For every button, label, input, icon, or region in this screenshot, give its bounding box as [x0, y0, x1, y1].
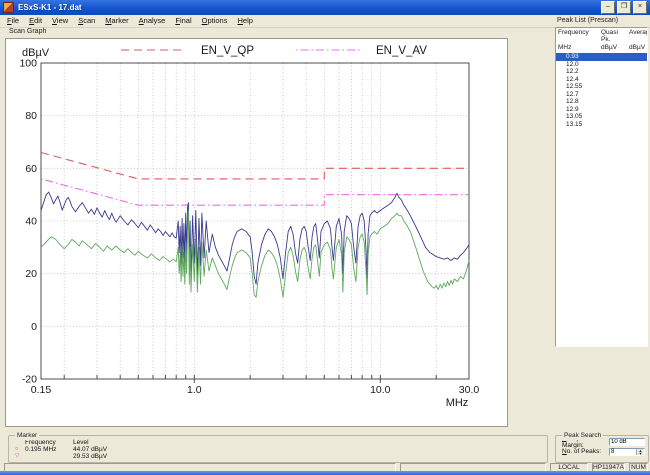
svg-text:80: 80: [25, 110, 37, 122]
peak-list-row[interactable]: 12.2: [556, 68, 647, 76]
menu-options[interactable]: Options: [197, 15, 233, 27]
menu-marker[interactable]: Marker: [100, 15, 133, 27]
window-title: ESxS-K1 - 17.dat: [18, 0, 601, 15]
scan-graph-window-title: Scan Graph: [9, 28, 46, 35]
svg-text:60: 60: [25, 163, 37, 175]
menu-bar: File Edit View Scan Marker Analyse Final…: [0, 15, 650, 28]
svg-text:EN_V_QP: EN_V_QP: [201, 45, 254, 57]
marker-frequency-header: Frequency: [25, 439, 73, 446]
peak-list-row[interactable]: 12.7: [556, 91, 647, 99]
marker-qp-level: 44.07 dBµV: [73, 446, 547, 453]
menu-view[interactable]: View: [47, 15, 73, 27]
svg-text:1.0: 1.0: [187, 384, 202, 396]
spinner-arrows-icon[interactable]: ▲▼: [636, 449, 644, 455]
svg-text:0: 0: [31, 321, 37, 333]
svg-text:EN_V_AV: EN_V_AV: [376, 45, 427, 57]
close-button[interactable]: ×: [633, 1, 647, 14]
marker-level-header: Level: [73, 439, 547, 446]
svg-text:0.15: 0.15: [31, 384, 52, 396]
scan-graph-panel: 100806040200-200.151.010.030.0MHzdBµVEN_…: [5, 38, 508, 427]
svg-text:20: 20: [25, 268, 37, 280]
peak-list-units: MHz dBµV dBµV: [556, 43, 647, 51]
column-quasi-pk: Quasi Pk.: [601, 29, 629, 43]
peak-list-title: Peak List (Prescan): [557, 17, 618, 24]
no-of-peaks-label: No. of Peaks:: [562, 448, 609, 455]
svg-text:dBµV: dBµV: [22, 47, 50, 59]
app-icon: [3, 2, 14, 13]
no-of-peaks-stepper[interactable]: 8 ▲▼: [609, 448, 645, 456]
peak-list-row[interactable]: 12.0: [556, 61, 647, 69]
peak-list-row[interactable]: 12.4: [556, 76, 647, 84]
peak-list-row[interactable]: 13.05: [556, 113, 647, 121]
peak-list-row[interactable]: 12.55: [556, 83, 647, 91]
minimize-button[interactable]: –: [601, 1, 615, 14]
menu-help[interactable]: Help: [232, 15, 257, 27]
marker-panel: Marker Frequency Level ○ 0.195 MHz 44.07…: [8, 435, 548, 463]
peak-list[interactable]: Frequency Quasi Pk. Average MHz dBµV dBµ…: [555, 27, 648, 347]
app-window: ESxS-K1 - 17.dat – ❐ × File Edit View Sc…: [0, 0, 650, 475]
qp-marker-icon: ○: [15, 446, 25, 453]
peak-list-row[interactable]: 0.93: [556, 53, 647, 61]
marker-panel-label: Marker: [15, 432, 39, 440]
menu-edit[interactable]: Edit: [24, 15, 47, 27]
column-average: Average: [629, 29, 648, 43]
title-bar: ESxS-K1 - 17.dat – ❐ ×: [0, 0, 650, 15]
menu-final[interactable]: Final: [170, 15, 196, 27]
maximize-button[interactable]: ❐: [617, 1, 631, 14]
menu-file[interactable]: File: [2, 15, 24, 27]
svg-text:10.0: 10.0: [370, 384, 391, 396]
peak-list-row[interactable]: 13.15: [556, 121, 647, 129]
marker-av-level: 29.53 dBµV: [73, 453, 547, 460]
svg-text:100: 100: [19, 58, 37, 70]
peak-search-panel-label: Peak Search: [562, 432, 603, 440]
svg-text:MHz: MHz: [446, 397, 469, 409]
no-of-peaks-value: 8: [610, 449, 636, 455]
svg-text:40: 40: [25, 216, 37, 228]
menu-analyse[interactable]: Analyse: [134, 15, 171, 27]
peak-list-row[interactable]: 12.9: [556, 106, 647, 114]
peak-search-panel: Peak Search Acceptance Margin: No. of Pe…: [555, 435, 649, 463]
window-bottom-edge: [0, 471, 650, 475]
peak-list-header: Frequency Quasi Pk. Average: [556, 28, 647, 43]
svg-text:30.0: 30.0: [459, 384, 480, 396]
marker-frequency-value: 0.195 MHz: [25, 446, 73, 453]
column-frequency: Frequency: [558, 29, 601, 43]
acceptance-margin-input[interactable]: [609, 438, 645, 446]
av-marker-icon: ▽: [15, 453, 25, 460]
peak-list-row[interactable]: 12.8: [556, 98, 647, 106]
scan-chart: 100806040200-200.151.010.030.0MHzdBµVEN_…: [6, 39, 507, 426]
menu-scan[interactable]: Scan: [73, 15, 100, 27]
